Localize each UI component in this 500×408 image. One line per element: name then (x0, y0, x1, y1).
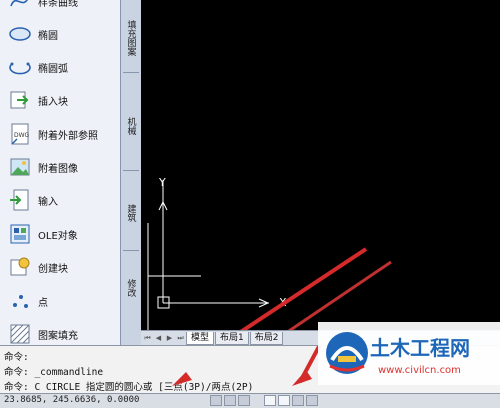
palette-item-attach-image[interactable]: 附着图像 (8, 154, 118, 180)
palette-tab-label: 机械 (125, 117, 136, 135)
palette-tab-strip: 填充图案 机械 建筑 修改 (120, 0, 142, 345)
palette-tab-label: 填充图案 (125, 20, 136, 56)
import-icon (8, 188, 32, 212)
palette-tab-label: 建筑 (125, 204, 136, 222)
palette-item-point[interactable]: 点 (8, 288, 118, 314)
palette-item-label: 输入 (38, 196, 58, 208)
tab-divider (123, 72, 139, 73)
palette-item-label: 椭圆弧 (38, 63, 68, 75)
palette-tab-modify[interactable]: 修改 (121, 258, 141, 318)
attach-xref-icon: DWG (8, 122, 32, 146)
otrack-toggle[interactable] (292, 395, 304, 406)
first-tab-icon[interactable]: ⏮ (143, 333, 152, 343)
next-tab-icon[interactable]: ▶ (165, 333, 174, 343)
palette-item-label: 插入块 (38, 96, 68, 108)
civilcn-logo-icon (326, 332, 368, 374)
watermark-url: www.civilcn.com (378, 365, 461, 376)
palette-tab-mechanical[interactable]: 机械 (121, 96, 141, 156)
palette-tab-hatch-patterns[interactable]: 填充图案 (121, 8, 141, 68)
polar-toggle[interactable] (264, 395, 276, 406)
palette-item-spline[interactable]: 样条曲线 (8, 0, 118, 14)
tab-layout1[interactable]: 布局1 (215, 331, 249, 345)
tab-divider (123, 250, 139, 251)
annotation-arrow-1 (240, 247, 368, 330)
palette-item-label: OLE对象 (38, 230, 78, 242)
spline-icon (8, 0, 32, 13)
coordinate-readout: 23.8685, 245.6636, 0.0000 (4, 395, 140, 405)
command-history-line: 命令: (4, 352, 29, 363)
annotation-arrowhead-2 (292, 370, 312, 386)
watermark-name: 土木工程网 (370, 336, 470, 360)
ellipse-icon (8, 22, 32, 46)
prev-tab-icon[interactable]: ◀ (154, 333, 163, 343)
palette-item-hatch[interactable]: 图案填充 (8, 321, 118, 347)
palette-item-elliptical-arc[interactable]: 椭圆弧 (8, 54, 118, 80)
palette-item-label: 点 (38, 297, 48, 309)
tab-divider (123, 170, 139, 171)
annotation-arrow-2 (287, 260, 392, 330)
ole-object-icon (8, 222, 32, 246)
point-icon (8, 289, 32, 313)
insert-block-icon (8, 88, 32, 112)
palette-item-label: 创建块 (38, 263, 68, 275)
command-prompt-line[interactable]: 命令: C CIRCLE 指定圆的圆心或 [三点(3P)/两点(2P) (4, 379, 253, 393)
svg-text:DWG: DWG (14, 132, 30, 139)
palette-item-import[interactable]: 输入 (8, 187, 118, 213)
last-tab-icon[interactable]: ⏭ (176, 333, 185, 343)
palette-item-label: 样条曲线 (38, 0, 78, 9)
palette-tab-architectural[interactable]: 建筑 (121, 183, 141, 243)
palette-item-label: 附着图像 (38, 163, 78, 175)
palette-item-ellipse[interactable]: 椭圆 (8, 21, 118, 47)
attach-image-icon (8, 155, 32, 179)
palette-item-label: 图案填充 (38, 330, 78, 342)
palette-item-label: 附着外部参照 (38, 130, 98, 142)
drawing-svg: Y X (147, 176, 392, 330)
lineweight-toggle[interactable] (306, 395, 318, 406)
tab-layout2[interactable]: 布局2 (249, 331, 284, 345)
palette-item-label: 椭圆 (38, 30, 58, 42)
palette-item-ole-object[interactable]: OLE对象 (8, 221, 118, 247)
palette-tab-label: 修改 (125, 279, 136, 297)
palette-item-create-block[interactable]: 创建块 (8, 254, 118, 280)
grid-toggle[interactable] (224, 395, 236, 406)
watermark-logo: 土木工程网 www.civilcn.com (318, 322, 500, 385)
ortho-toggle[interactable] (238, 395, 250, 406)
command-history-line: 命令: _commandline (4, 367, 104, 378)
ucs-y-label: Y (158, 176, 166, 189)
elliptical-arc-icon (8, 55, 32, 79)
tool-palette: 样条曲线 椭圆 椭圆弧 插入块 DWG 附着外部参照 附着图像 输入 OLE对象… (0, 0, 121, 345)
create-block-icon (8, 255, 32, 279)
osnap-toggle[interactable] (278, 395, 290, 406)
palette-item-insert-block[interactable]: 插入块 (8, 87, 118, 113)
hatch-icon (8, 322, 32, 346)
tab-model[interactable]: 模型 (186, 331, 215, 345)
palette-item-attach-xref[interactable]: DWG 附着外部参照 (8, 121, 118, 147)
status-bar: 23.8685, 245.6636, 0.0000 (0, 393, 500, 408)
drawing-canvas[interactable]: Y X (141, 0, 500, 330)
snap-toggle[interactable] (210, 395, 222, 406)
